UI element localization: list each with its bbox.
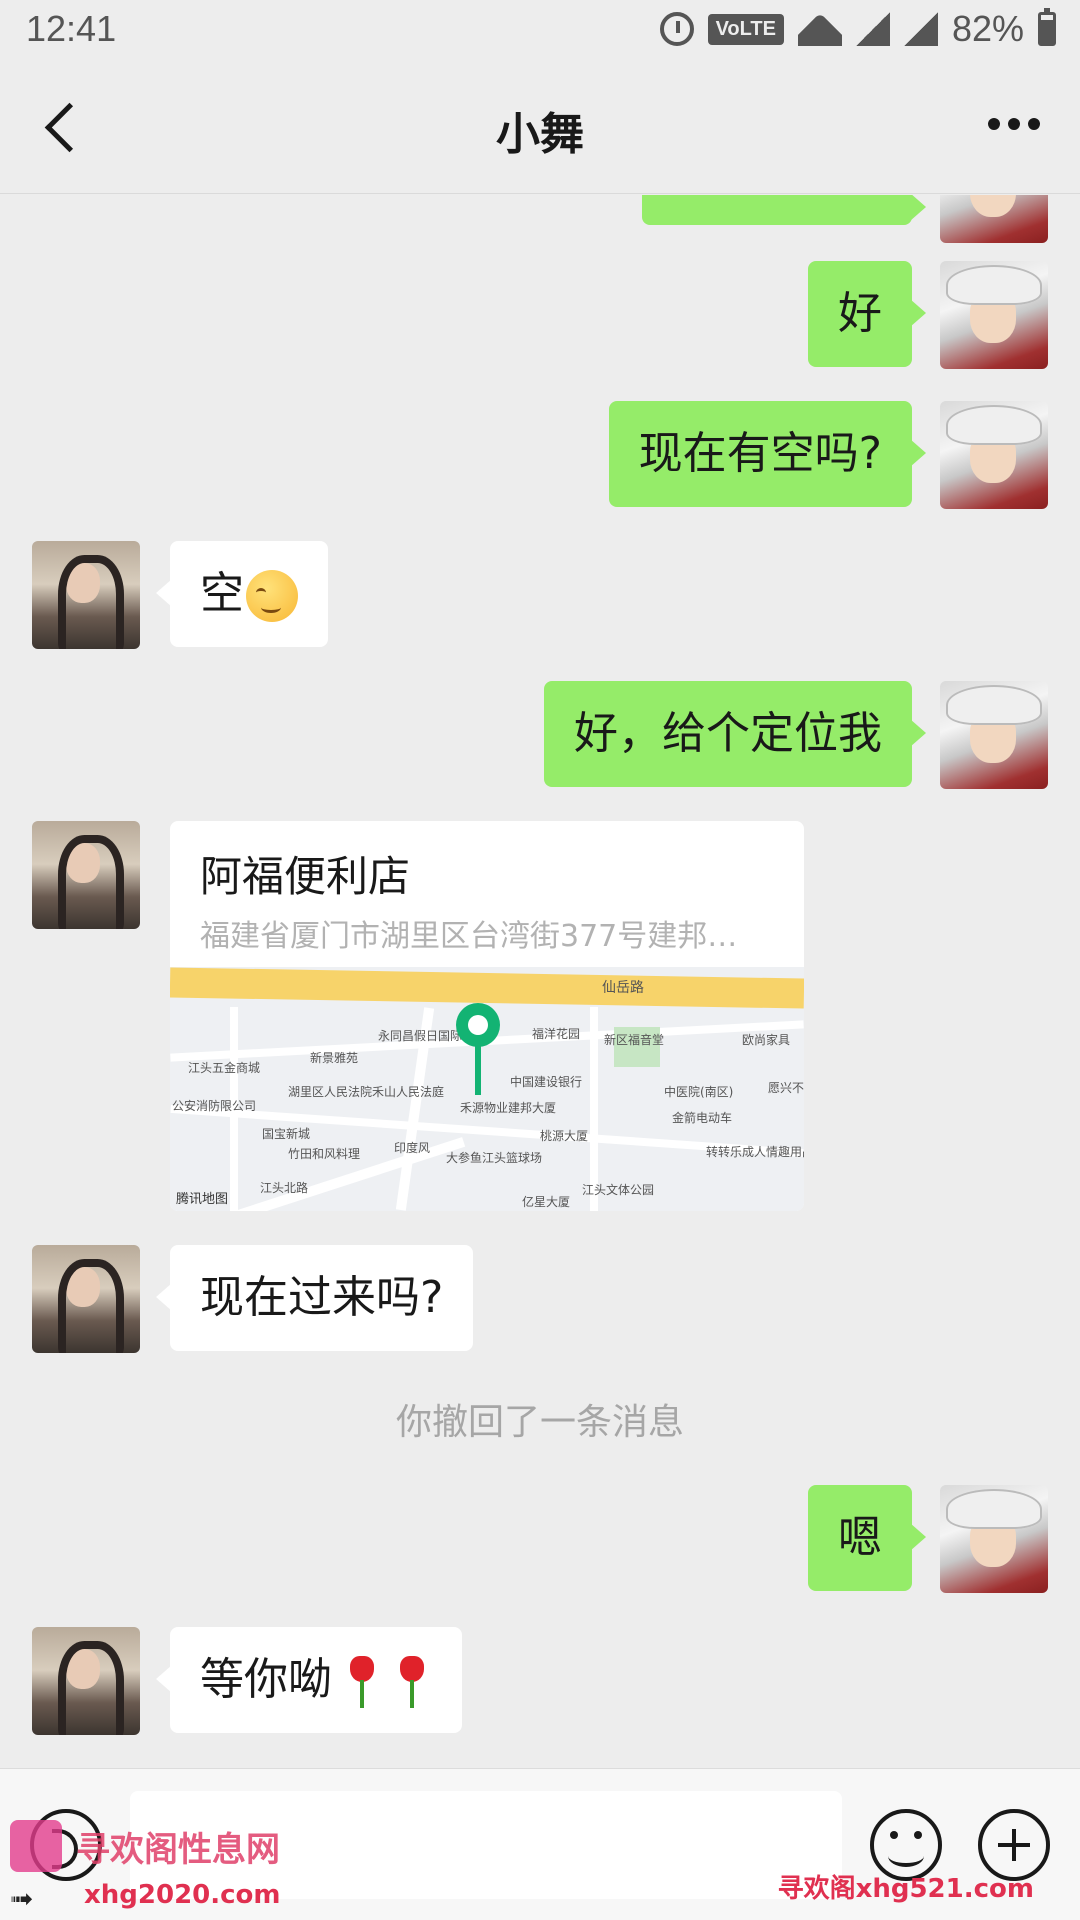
map-label: 仙岳路	[602, 980, 644, 996]
contact-avatar[interactable]	[32, 1245, 140, 1353]
contact-avatar[interactable]	[32, 1627, 140, 1735]
map-label: 大参鱼江头篮球场	[446, 1151, 543, 1165]
alarm-icon	[659, 12, 694, 46]
map-label: 禾源物业建邦大厦	[460, 1101, 557, 1115]
my-avatar[interactable]	[940, 261, 1048, 369]
status-bar: 12:41 VoLTE 82%	[0, 0, 1080, 62]
pleased-face-emoji	[246, 570, 298, 622]
map-label: 湖里区人民法院禾山人民法庭	[288, 1085, 445, 1099]
map-main-road	[170, 967, 804, 1009]
map-label: 中医院(南区)	[664, 1085, 734, 1099]
map-label: 印度风	[394, 1141, 431, 1155]
map-label: 江头文体公园	[582, 1183, 655, 1197]
battery-icon	[1038, 8, 1056, 46]
map-label: 愿兴不锈	[768, 1081, 804, 1095]
message-bubble[interactable]: 等你呦	[156, 1627, 462, 1733]
wifi-icon	[798, 12, 842, 46]
watermark-url-right: 寻欢阁xhg521.com	[777, 1874, 1034, 1904]
volte-badge: VoLTE	[707, 13, 784, 45]
signal-icon-2	[903, 12, 938, 46]
map-label: 中国建设银行	[510, 1075, 583, 1089]
map-preview[interactable]: 仙岳路 永同昌假日国际公寓 福洋花园 新区福音堂 欧尚家具 新景雅苑 江头五金商…	[170, 967, 804, 1211]
contact-avatar[interactable]	[32, 541, 140, 649]
message-bubble-partial[interactable]	[642, 195, 926, 225]
more-options-icon[interactable]	[988, 118, 1040, 132]
message-bubble[interactable]: 现在有空吗?	[608, 401, 927, 507]
signal-icon	[855, 12, 890, 46]
watermark-url: xhg2020.com	[84, 1880, 281, 1910]
map-label: 转转乐成人情趣用品	[706, 1145, 804, 1159]
battery-percent: 82%	[951, 8, 1024, 49]
map-label: 竹田和风料理	[288, 1147, 361, 1161]
map-label: 江头五金商城	[188, 1061, 261, 1075]
map-label: 福洋花园	[532, 1027, 581, 1041]
message-text: 等你呦	[200, 1654, 332, 1705]
location-card[interactable]: 阿福便利店 福建省厦门市湖里区台湾街377号建邦… 仙岳路 永同昌假日国际公寓 …	[170, 821, 804, 1211]
map-label: 新景雅苑	[310, 1051, 359, 1065]
location-name: 阿福便利店	[200, 852, 411, 901]
chat-title: 小舞	[496, 109, 584, 160]
message-text: 空	[200, 568, 244, 619]
location-address: 福建省厦门市湖里区台湾街377号建邦…	[200, 919, 738, 954]
map-label: 桃源大厦	[540, 1129, 589, 1143]
contact-avatar[interactable]	[32, 821, 140, 929]
map-brand-label: 腾讯地图	[176, 1192, 229, 1207]
map-label: 欧尚家具	[742, 1033, 791, 1047]
rose-emoji	[342, 1656, 382, 1708]
message-bubble[interactable]: 嗯	[808, 1485, 926, 1591]
my-avatar[interactable]	[940, 681, 1048, 789]
rose-emoji	[392, 1656, 432, 1708]
map-label: 新区福音堂	[604, 1033, 665, 1047]
message-bubble[interactable]: 好，给个定位我	[544, 681, 926, 787]
system-recall-notice: 你撤回了一条消息	[395, 1402, 684, 1443]
map-location-pin-icon	[456, 1003, 500, 1095]
my-avatar[interactable]	[940, 195, 1048, 243]
status-icons: VoLTE 82%	[659, 8, 1056, 50]
watermark-logo	[10, 1820, 62, 1872]
map-label: 江头北路	[260, 1181, 309, 1195]
my-avatar[interactable]	[940, 401, 1048, 509]
watermark-site-name: 寻欢阁性息网	[76, 1830, 280, 1870]
chat-header: 小舞	[0, 62, 1080, 194]
message-bubble[interactable]: 空	[156, 541, 328, 647]
message-bubble[interactable]: 好	[808, 261, 926, 367]
map-label: 国宝新城	[262, 1127, 311, 1141]
my-avatar[interactable]	[940, 1485, 1048, 1593]
watermark-arrow-icon: ➟	[10, 1882, 34, 1915]
map-label: 公安消防限公司	[172, 1099, 257, 1113]
chat-message-list[interactable]: 好 现在有空吗? 空 好，给个定位我 阿福便利店 福建省厦门市湖里区台湾街377…	[0, 195, 1080, 1768]
map-label: 亿星大厦	[522, 1195, 571, 1209]
status-time: 12:41	[26, 8, 117, 49]
message-bubble[interactable]: 现在过来吗?	[155, 1245, 474, 1351]
map-label: 金箭电动车	[672, 1111, 733, 1125]
